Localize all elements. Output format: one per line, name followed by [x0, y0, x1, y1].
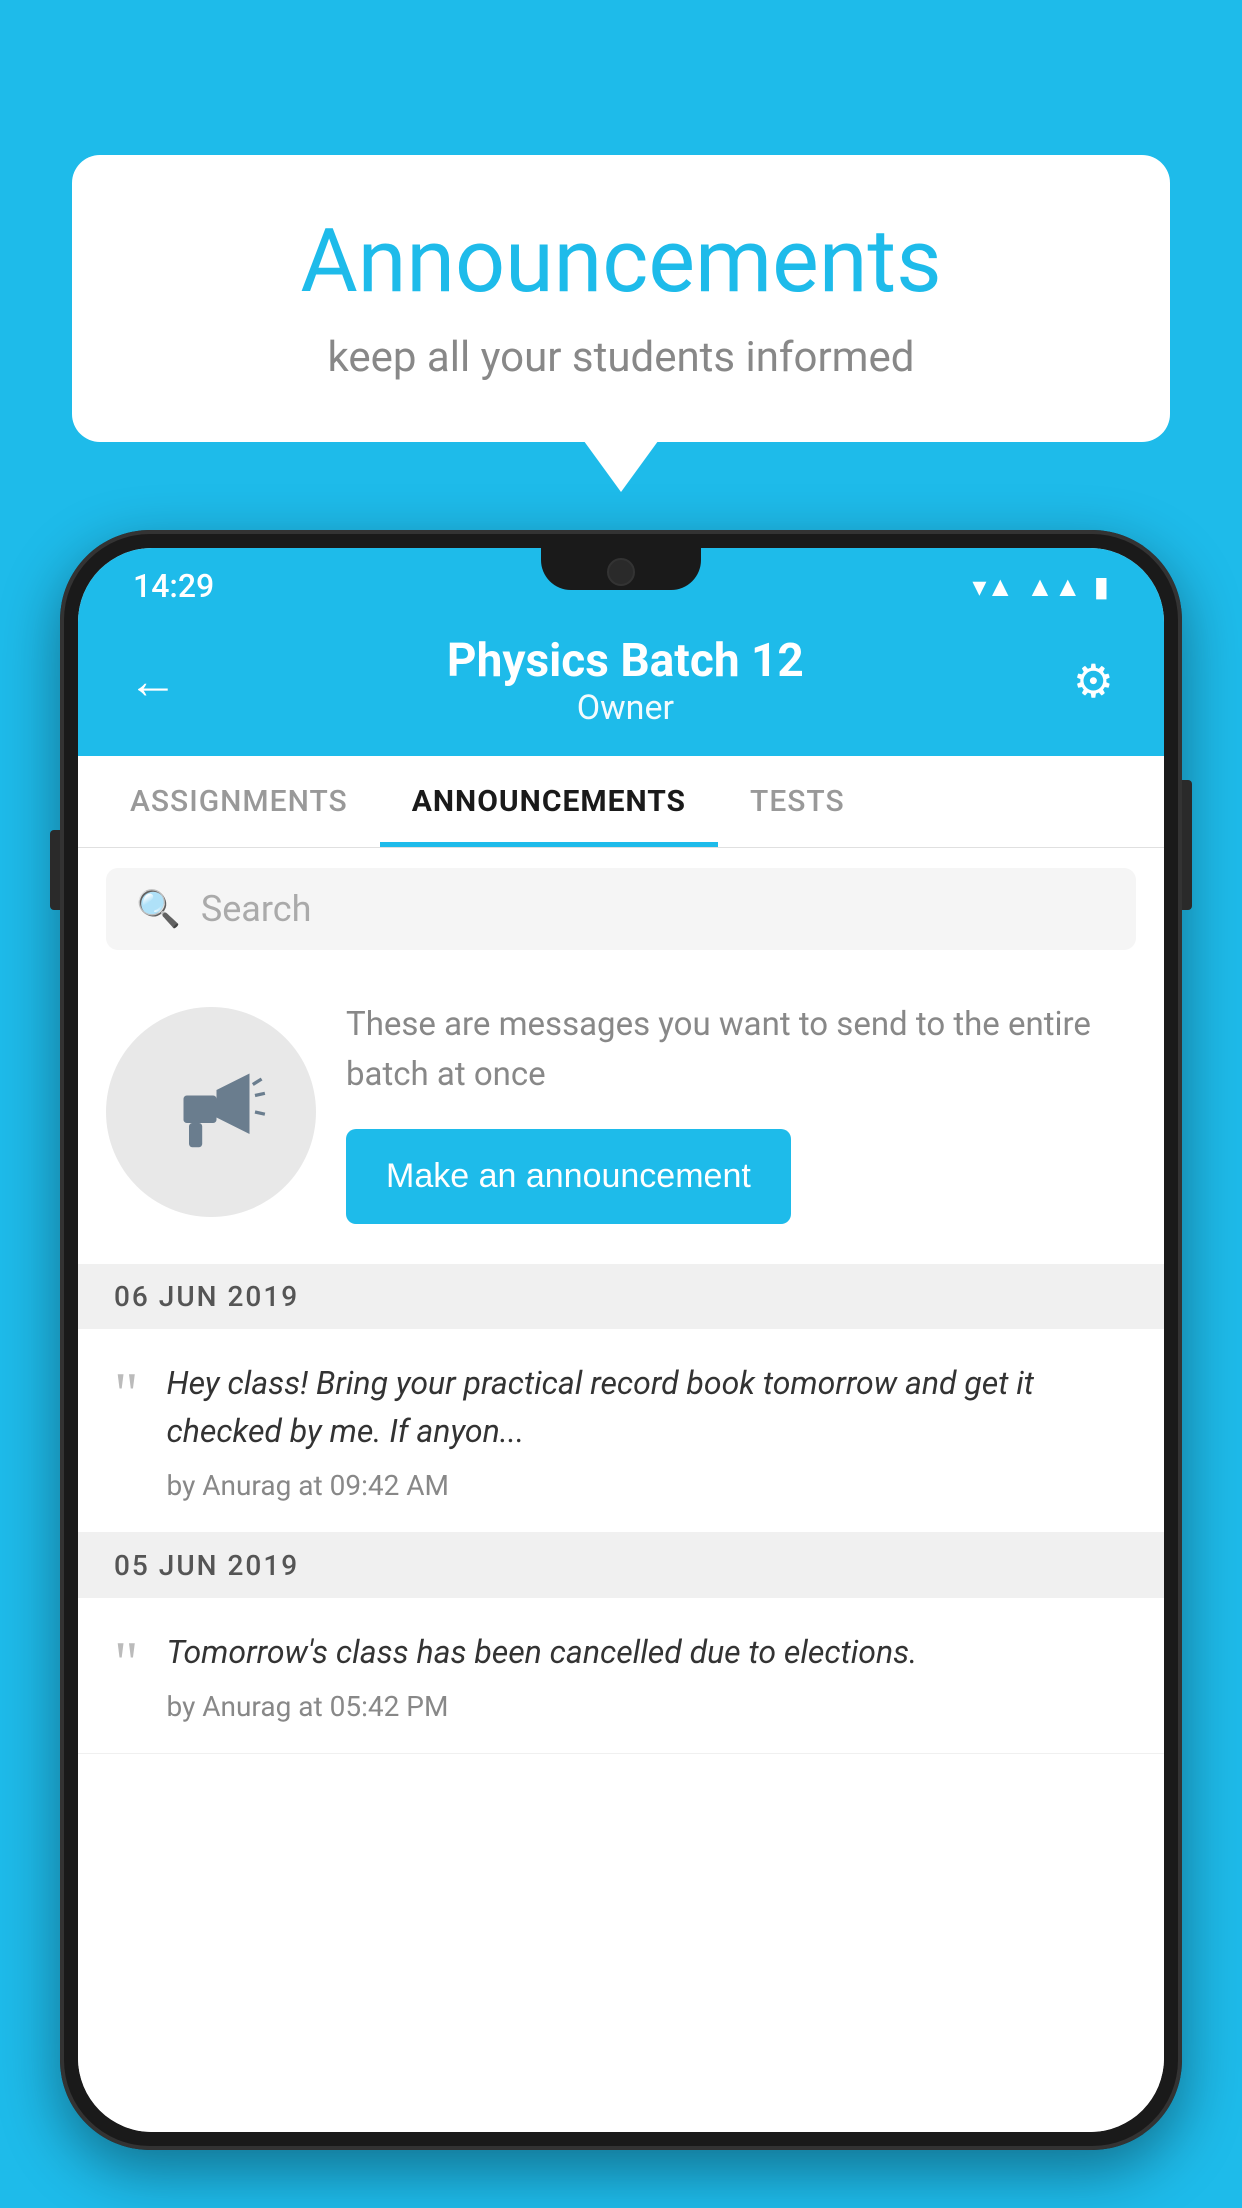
date-label-2: 05 JUN 2019	[114, 1549, 299, 1582]
header-title-area: Physics Batch 12 Owner	[178, 634, 1073, 728]
date-separator-2: 05 JUN 2019	[78, 1533, 1164, 1598]
phone-container: 14:29 ▾▲ ▲▲ ▮ ← Physics Batch 12 Owner ⚙…	[60, 530, 1182, 2208]
megaphone-icon	[156, 1057, 266, 1167]
search-bar-container: 🔍 Search	[78, 848, 1164, 970]
announcement-promo: These are messages you want to send to t…	[78, 970, 1164, 1264]
tab-assignments[interactable]: ASSIGNMENTS	[98, 756, 380, 847]
announcement-item-1[interactable]: " Hey class! Bring your practical record…	[78, 1329, 1164, 1533]
quote-icon-1: "	[114, 1364, 139, 1502]
app-header: ← Physics Batch 12 Owner ⚙	[78, 616, 1164, 756]
speech-bubble-title: Announcements	[152, 210, 1090, 313]
date-separator-1: 06 JUN 2019	[78, 1264, 1164, 1329]
signal-icon: ▲▲	[1026, 570, 1081, 603]
search-bar[interactable]: 🔍 Search	[106, 868, 1136, 950]
search-icon: 🔍	[136, 888, 181, 930]
speech-bubble-subtitle: keep all your students informed	[152, 333, 1090, 382]
power-button	[1182, 780, 1192, 910]
status-time: 14:29	[133, 567, 214, 605]
announcement-item-2[interactable]: " Tomorrow's class has been cancelled du…	[78, 1598, 1164, 1754]
search-placeholder: Search	[201, 888, 312, 930]
announcement-content-1: Hey class! Bring your practical record b…	[167, 1359, 1129, 1502]
tab-tests[interactable]: TESTS	[718, 756, 877, 847]
date-label-1: 06 JUN 2019	[114, 1280, 299, 1313]
status-icons: ▾▲ ▲▲ ▮	[972, 570, 1109, 603]
announcement-author-2: by Anurag at 05:42 PM	[167, 1690, 918, 1723]
wifi-icon: ▾▲	[972, 570, 1014, 603]
phone-camera	[607, 558, 635, 586]
announcement-message-2: Tomorrow's class has been cancelled due …	[167, 1628, 918, 1676]
settings-button[interactable]: ⚙	[1073, 654, 1114, 709]
speech-bubble: Announcements keep all your students inf…	[72, 155, 1170, 442]
speech-bubble-container: Announcements keep all your students inf…	[72, 155, 1170, 442]
announcement-message-1: Hey class! Bring your practical record b…	[167, 1359, 1129, 1455]
screen-content: 🔍 Search	[78, 848, 1164, 2132]
battery-icon: ▮	[1094, 570, 1109, 603]
phone-screen: 14:29 ▾▲ ▲▲ ▮ ← Physics Batch 12 Owner ⚙…	[78, 548, 1164, 2132]
promo-description: These are messages you want to send to t…	[346, 1000, 1136, 1099]
volume-button	[50, 830, 60, 910]
phone-notch	[541, 548, 701, 590]
batch-role: Owner	[178, 688, 1073, 728]
make-announcement-button[interactable]: Make an announcement	[346, 1129, 791, 1224]
back-button[interactable]: ←	[128, 652, 178, 711]
quote-icon-2: "	[114, 1633, 139, 1723]
batch-name: Physics Batch 12	[178, 634, 1073, 688]
promo-icon-circle	[106, 1007, 316, 1217]
promo-right: These are messages you want to send to t…	[346, 1000, 1136, 1224]
announcement-author-1: by Anurag at 09:42 AM	[167, 1469, 1129, 1502]
phone-frame: 14:29 ▾▲ ▲▲ ▮ ← Physics Batch 12 Owner ⚙…	[60, 530, 1182, 2150]
announcement-content-2: Tomorrow's class has been cancelled due …	[167, 1628, 918, 1723]
tab-announcements[interactable]: ANNOUNCEMENTS	[380, 756, 718, 847]
tabs-container: ASSIGNMENTS ANNOUNCEMENTS TESTS	[78, 756, 1164, 848]
